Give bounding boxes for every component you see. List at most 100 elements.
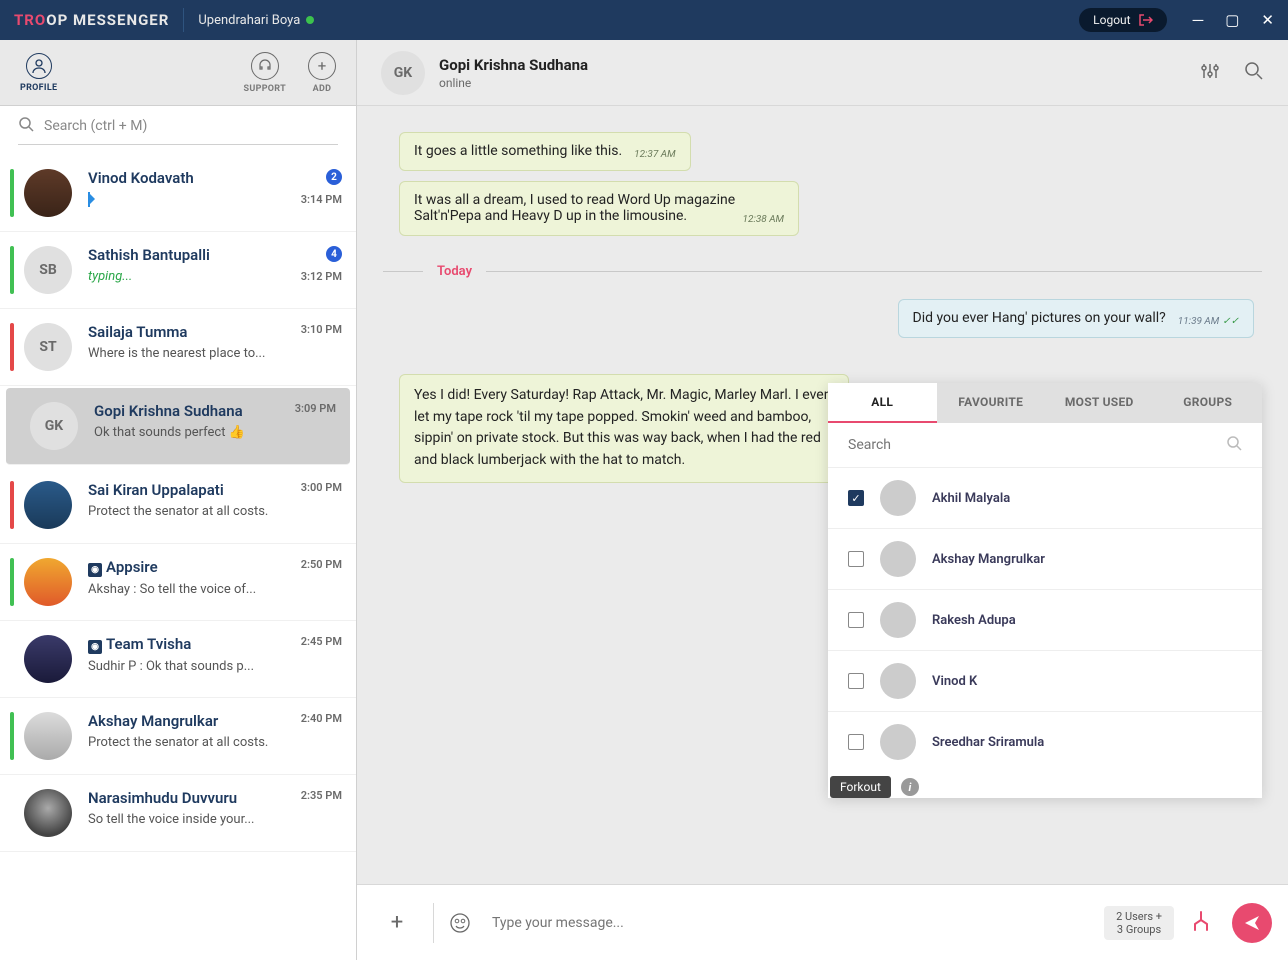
logout-button[interactable]: Logout xyxy=(1079,8,1166,32)
checkbox[interactable] xyxy=(848,734,864,750)
checkbox[interactable] xyxy=(848,612,864,628)
forkout-contact-row[interactable]: ✓ Akhil Malyala xyxy=(828,468,1262,529)
presence-dot-icon xyxy=(306,16,314,24)
chat-time: 2:50 PM xyxy=(301,558,342,571)
add-icon: + xyxy=(308,52,336,80)
chat-list-item[interactable]: ◉Appsire Akshay : So tell the voice of..… xyxy=(0,544,356,621)
chat-time: 3:12 PM xyxy=(301,270,342,283)
avatar xyxy=(880,541,916,577)
status-bar xyxy=(10,481,14,529)
chat-time: 2:35 PM xyxy=(301,789,342,802)
avatar: ST xyxy=(24,323,72,371)
send-button[interactable] xyxy=(1232,903,1272,943)
current-user-name: Upendrahari Boya xyxy=(198,13,300,28)
chat-list[interactable]: Vinod Kodavath 2 3:14 PM SB Sathish Bant… xyxy=(0,155,356,960)
checkbox[interactable] xyxy=(848,673,864,689)
unread-badge: 2 xyxy=(326,169,342,185)
profile-button[interactable]: PROFILE xyxy=(20,53,57,93)
chat-list-item[interactable]: ◉Team Tvisha Sudhir P : Ok that sounds p… xyxy=(0,621,356,698)
chat-time: 2:40 PM xyxy=(301,712,342,725)
contact-name: Sreedhar Sriramula xyxy=(932,735,1044,750)
forkout-tab[interactable]: FAVOURITE xyxy=(937,383,1046,423)
avatar: GK xyxy=(30,402,78,450)
avatar xyxy=(880,724,916,760)
message-input[interactable] xyxy=(492,915,1104,931)
forkout-tab[interactable]: MOST USED xyxy=(1045,383,1154,423)
status-bar xyxy=(10,712,14,760)
add-button[interactable]: + ADD xyxy=(308,52,336,94)
attach-button[interactable]: + xyxy=(373,910,421,935)
chat-list-item[interactable]: ST Sailaja Tumma Where is the nearest pl… xyxy=(0,309,356,386)
chat-search-icon[interactable] xyxy=(1244,61,1264,85)
status-bar xyxy=(10,323,14,371)
forkout-contact-row[interactable]: Rakesh Adupa xyxy=(828,590,1262,651)
status-bar xyxy=(10,635,14,683)
chat-header-avatar[interactable]: GK xyxy=(381,51,425,95)
window-minimize-button[interactable]: ─ xyxy=(1193,11,1204,29)
search-icon xyxy=(18,116,34,136)
chat-time: 2:45 PM xyxy=(301,635,342,648)
forkout-search-input[interactable] xyxy=(848,437,1226,453)
chat-time: 3:10 PM xyxy=(301,323,342,336)
chat-header-name: Gopi Krishna Sudhana xyxy=(439,56,588,74)
chat-name: ◉Appsire xyxy=(88,558,301,577)
emoji-button[interactable] xyxy=(446,909,474,937)
chat-preview: Ok that sounds perfect 👍 xyxy=(94,425,284,440)
checkbox[interactable] xyxy=(848,551,864,567)
support-button[interactable]: SUPPORT xyxy=(244,52,286,94)
contact-name: Vinod K xyxy=(932,674,977,689)
support-label: SUPPORT xyxy=(244,84,286,94)
message-bubble: Did you ever Hang' pictures on your wall… xyxy=(898,299,1254,338)
info-icon[interactable]: i xyxy=(901,778,919,796)
chat-name: ◉Team Tvisha xyxy=(88,635,301,654)
forkout-tab[interactable]: ALL xyxy=(828,383,937,423)
chat-name: Sai Kiran Uppalapati xyxy=(88,481,301,499)
day-divider: Today xyxy=(383,264,1262,279)
chat-name: Sathish Bantupalli xyxy=(88,246,301,264)
sidebar-search-input[interactable]: Search (ctrl + M) xyxy=(18,116,338,145)
profile-label: PROFILE xyxy=(20,83,57,93)
forkout-tab[interactable]: GROUPS xyxy=(1154,383,1263,423)
forkout-icon[interactable] xyxy=(1190,910,1212,936)
settings-icon[interactable] xyxy=(1200,61,1220,85)
chat-list-item[interactable]: Narasimhudu Duvvuru So tell the voice in… xyxy=(0,775,356,852)
logout-icon xyxy=(1139,14,1153,26)
chat-time: 3:14 PM xyxy=(301,193,342,206)
avatar xyxy=(880,480,916,516)
window-close-button[interactable]: ✕ xyxy=(1261,11,1274,29)
chat-name: Akshay Mangrulkar xyxy=(88,712,301,730)
message-bubble: It goes a little something like this. 12… xyxy=(399,132,691,171)
app-logo: TROOP MESSENGER xyxy=(14,11,169,29)
chat-list-item[interactable]: Akshay Mangrulkar Protect the senator at… xyxy=(0,698,356,775)
avatar: SB xyxy=(24,246,72,294)
contact-name: Akshay Mangrulkar xyxy=(932,552,1045,567)
window-maximize-button[interactable]: ▢ xyxy=(1225,11,1239,29)
chat-preview: Sudhir P : Ok that sounds p... xyxy=(88,659,278,674)
avatar xyxy=(24,635,72,683)
checkbox[interactable]: ✓ xyxy=(848,490,864,506)
search-placeholder: Search (ctrl + M) xyxy=(44,118,147,134)
status-bar xyxy=(10,246,14,294)
chat-list-item[interactable]: GK Gopi Krishna Sudhana Ok that sounds p… xyxy=(6,388,350,465)
contact-name: Akhil Malyala xyxy=(932,491,1010,506)
chat-time: 3:00 PM xyxy=(301,481,342,494)
forkout-status[interactable]: 2 Users + 3 Groups xyxy=(1104,906,1174,940)
forkout-contact-row[interactable]: Akshay Mangrulkar xyxy=(828,529,1262,590)
chat-name: Vinod Kodavath xyxy=(88,169,301,187)
chat-name: Gopi Krishna Sudhana xyxy=(94,402,295,420)
titlebar-divider xyxy=(183,8,184,32)
chat-list-item[interactable]: Vinod Kodavath 2 3:14 PM xyxy=(0,155,356,232)
forkout-contact-row[interactable]: Sreedhar Sriramula xyxy=(828,712,1262,768)
search-icon xyxy=(1226,435,1242,455)
unread-badge: 4 xyxy=(326,246,342,262)
forkout-contact-row[interactable]: Vinod K xyxy=(828,651,1262,712)
chat-list-item[interactable]: Sai Kiran Uppalapati Protect the senator… xyxy=(0,467,356,544)
chat-list-item[interactable]: SB Sathish Bantupalli typing... 4 3:12 P… xyxy=(0,232,356,309)
chat-header-status: online xyxy=(439,76,588,90)
support-icon xyxy=(251,52,279,80)
avatar xyxy=(880,602,916,638)
chat-preview: Protect the senator at all costs. xyxy=(88,735,278,750)
status-bar xyxy=(10,789,14,837)
status-bar xyxy=(16,402,20,450)
status-bar xyxy=(10,169,14,217)
